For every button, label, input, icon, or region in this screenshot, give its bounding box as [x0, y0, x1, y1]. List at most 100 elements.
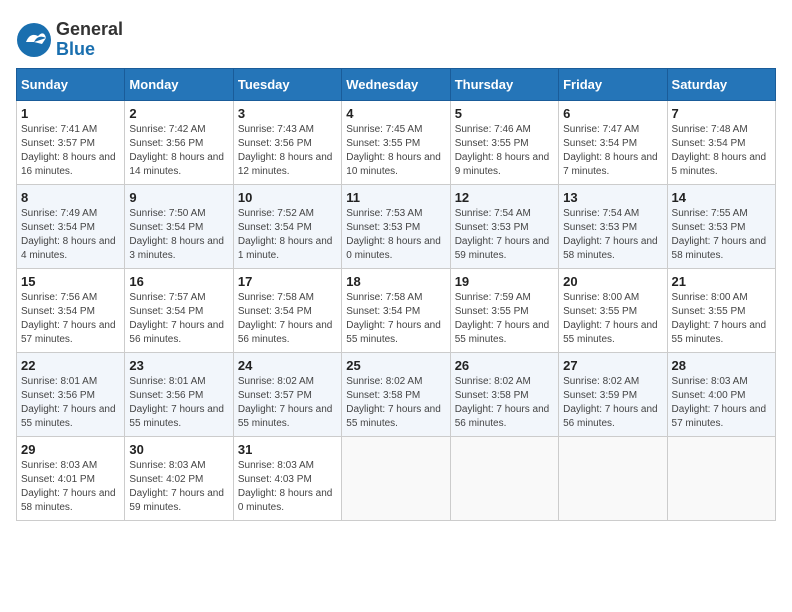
day-number: 16 [129, 274, 228, 289]
calendar-cell: 7Sunrise: 7:48 AMSunset: 3:54 PMDaylight… [667, 100, 775, 184]
day-number: 26 [455, 358, 554, 373]
calendar-cell: 17 Sunrise: 7:58 AMSunset: 3:54 PMDayligh… [233, 268, 341, 352]
day-info: Sunrise: 8:00 AMSunset: 3:55 PMDaylight:… [672, 291, 771, 347]
day-number: 24 [238, 358, 337, 373]
calendar-cell: 1Sunrise: 7:41 AMSunset: 3:57 PMDaylight… [17, 100, 125, 184]
day-number: 2 [129, 106, 228, 121]
day-info: Sunrise: 7:57 AMSunset: 3:54 PMDaylight:… [129, 291, 228, 347]
day-number: 8 [21, 190, 120, 205]
day-info: Sunrise: 7:50 AMSunset: 3:54 PMDaylight:… [129, 207, 228, 263]
day-info: Sunrise: 7:54 AMSunset: 3:53 PMDaylight:… [563, 207, 662, 263]
calendar-cell: 9 Sunrise: 7:50 AMSunset: 3:54 PMDaylight… [125, 184, 233, 268]
day-number: 17 [238, 274, 337, 289]
day-info: Sunrise: 7:43 AMSunset: 3:56 PMDaylight:… [238, 123, 337, 179]
day-info: Sunrise: 8:00 AMSunset: 3:55 PMDaylight:… [563, 291, 662, 347]
day-number: 19 [455, 274, 554, 289]
day-info: Sunrise: 7:49 AMSunset: 3:54 PMDaylight:… [21, 207, 120, 263]
logo: General Blue [16, 16, 123, 60]
day-number: 28 [672, 358, 771, 373]
day-number: 4 [346, 106, 445, 121]
day-info: Sunrise: 7:47 AMSunset: 3:54 PMDaylight:… [563, 123, 662, 179]
logo-line2: Blue [56, 40, 123, 60]
calendar-cell: 25Sunrise: 8:02 AMSunset: 3:58 PMDayligh… [342, 352, 450, 436]
day-number: 12 [455, 190, 554, 205]
day-info: Sunrise: 8:01 AMSunset: 3:56 PMDaylight:… [21, 375, 120, 431]
calendar-cell: 15 Sunrise: 7:56 AMSunset: 3:54 PMDayligh… [17, 268, 125, 352]
day-number: 5 [455, 106, 554, 121]
weekday-header-tuesday: Tuesday [233, 68, 341, 100]
day-number: 27 [563, 358, 662, 373]
calendar-cell: 22 Sunrise: 8:01 AMSunset: 3:56 PMDayligh… [17, 352, 125, 436]
calendar-cell: 21 Sunrise: 8:00 AMSunset: 3:55 PMDayligh… [667, 268, 775, 352]
logo-icon [16, 22, 52, 58]
day-info: Sunrise: 7:46 AMSunset: 3:55 PMDaylight:… [455, 123, 554, 179]
day-info: Sunrise: 8:01 AMSunset: 3:56 PMDaylight:… [129, 375, 228, 431]
day-info: Sunrise: 8:03 AMSunset: 4:01 PMDaylight:… [21, 459, 120, 515]
calendar-cell: 23 Sunrise: 8:01 AMSunset: 3:56 PMDayligh… [125, 352, 233, 436]
calendar-cell: 3Sunrise: 7:43 AMSunset: 3:56 PMDaylight… [233, 100, 341, 184]
calendar-cell: 14 Sunrise: 7:55 AMSunset: 3:53 PMDayligh… [667, 184, 775, 268]
weekday-header-sunday: Sunday [17, 68, 125, 100]
calendar-cell: 28Sunrise: 8:03 AMSunset: 4:00 PMDayligh… [667, 352, 775, 436]
day-info: Sunrise: 7:53 AMSunset: 3:53 PMDaylight:… [346, 207, 445, 263]
weekday-header-wednesday: Wednesday [342, 68, 450, 100]
calendar-week-row: 1Sunrise: 7:41 AMSunset: 3:57 PMDaylight… [17, 100, 776, 184]
calendar-cell: 4 Sunrise: 7:45 AMSunset: 3:55 PMDaylight… [342, 100, 450, 184]
calendar-body: 1Sunrise: 7:41 AMSunset: 3:57 PMDaylight… [17, 100, 776, 520]
day-info: Sunrise: 7:41 AMSunset: 3:57 PMDaylight:… [21, 123, 120, 179]
day-info: Sunrise: 7:58 AMSunset: 3:54 PMDaylight:… [238, 291, 337, 347]
day-info: Sunrise: 8:02 AMSunset: 3:57 PMDaylight:… [238, 375, 337, 431]
weekday-header-monday: Monday [125, 68, 233, 100]
calendar-week-row: 8 Sunrise: 7:49 AMSunset: 3:54 PMDaylight… [17, 184, 776, 268]
calendar-cell: 19 Sunrise: 7:59 AMSunset: 3:55 PMDayligh… [450, 268, 558, 352]
day-number: 18 [346, 274, 445, 289]
day-info: Sunrise: 7:54 AMSunset: 3:53 PMDaylight:… [455, 207, 554, 263]
day-number: 9 [129, 190, 228, 205]
calendar-cell [342, 436, 450, 520]
day-number: 20 [563, 274, 662, 289]
day-info: Sunrise: 7:42 AMSunset: 3:56 PMDaylight:… [129, 123, 228, 179]
calendar-cell: 2 Sunrise: 7:42 AMSunset: 3:56 PMDaylight… [125, 100, 233, 184]
calendar-cell: 26 Sunrise: 8:02 AMSunset: 3:58 PMDayligh… [450, 352, 558, 436]
calendar-cell [450, 436, 558, 520]
day-info: Sunrise: 7:58 AMSunset: 3:54 PMDaylight:… [346, 291, 445, 347]
day-info: Sunrise: 7:59 AMSunset: 3:55 PMDaylight:… [455, 291, 554, 347]
calendar-week-row: 29Sunrise: 8:03 AMSunset: 4:01 PMDayligh… [17, 436, 776, 520]
day-info: Sunrise: 7:55 AMSunset: 3:53 PMDaylight:… [672, 207, 771, 263]
day-number: 21 [672, 274, 771, 289]
calendar-cell: 5 Sunrise: 7:46 AMSunset: 3:55 PMDaylight… [450, 100, 558, 184]
day-info: Sunrise: 8:02 AMSunset: 3:58 PMDaylight:… [455, 375, 554, 431]
day-number: 7 [672, 106, 771, 121]
day-number: 22 [21, 358, 120, 373]
header: General Blue [16, 16, 776, 60]
calendar-cell: 30 Sunrise: 8:03 AMSunset: 4:02 PMDayligh… [125, 436, 233, 520]
weekday-header-thursday: Thursday [450, 68, 558, 100]
calendar-cell: 10Sunrise: 7:52 AMSunset: 3:54 PMDayligh… [233, 184, 341, 268]
calendar-table: SundayMondayTuesdayWednesdayThursdayFrid… [16, 68, 776, 521]
calendar-cell: 6 Sunrise: 7:47 AMSunset: 3:54 PMDaylight… [559, 100, 667, 184]
day-number: 31 [238, 442, 337, 457]
calendar-cell [559, 436, 667, 520]
day-info: Sunrise: 7:56 AMSunset: 3:54 PMDaylight:… [21, 291, 120, 347]
day-info: Sunrise: 8:03 AMSunset: 4:03 PMDaylight:… [238, 459, 337, 515]
day-info: Sunrise: 7:45 AMSunset: 3:55 PMDaylight:… [346, 123, 445, 179]
day-info: Sunrise: 8:02 AMSunset: 3:59 PMDaylight:… [563, 375, 662, 431]
calendar-cell: 27 Sunrise: 8:02 AMSunset: 3:59 PMDayligh… [559, 352, 667, 436]
day-number: 11 [346, 190, 445, 205]
calendar-header: SundayMondayTuesdayWednesdayThursdayFrid… [17, 68, 776, 100]
calendar-cell: 18 Sunrise: 7:58 AMSunset: 3:54 PMDayligh… [342, 268, 450, 352]
day-number: 13 [563, 190, 662, 205]
day-number: 25 [346, 358, 445, 373]
day-number: 23 [129, 358, 228, 373]
calendar-cell: 24 Sunrise: 8:02 AMSunset: 3:57 PMDayligh… [233, 352, 341, 436]
calendar-cell: 20 Sunrise: 8:00 AMSunset: 3:55 PMDayligh… [559, 268, 667, 352]
day-info: Sunrise: 8:03 AMSunset: 4:02 PMDaylight:… [129, 459, 228, 515]
calendar-week-row: 22 Sunrise: 8:01 AMSunset: 3:56 PMDayligh… [17, 352, 776, 436]
day-number: 6 [563, 106, 662, 121]
weekday-header-friday: Friday [559, 68, 667, 100]
day-number: 30 [129, 442, 228, 457]
calendar-cell: 31 Sunrise: 8:03 AMSunset: 4:03 PMDayligh… [233, 436, 341, 520]
day-number: 15 [21, 274, 120, 289]
calendar-cell: 13 Sunrise: 7:54 AMSunset: 3:53 PMDayligh… [559, 184, 667, 268]
day-number: 14 [672, 190, 771, 205]
